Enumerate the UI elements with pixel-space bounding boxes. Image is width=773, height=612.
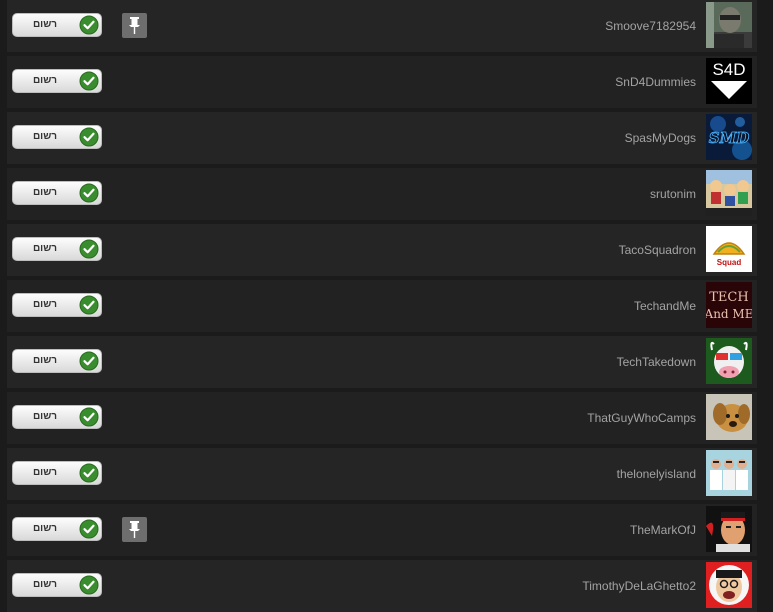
channel-row: רשום TechandMe TECH And ME (7, 280, 757, 332)
subscriptions-list: רשום Smoove7182954 רשום SnD4Dummies S4D … (0, 0, 773, 612)
channel-avatar[interactable] (706, 450, 752, 496)
channel-row: רשום SpasMyDogs SMD (7, 112, 757, 164)
subscribed-button[interactable]: רשום (12, 461, 102, 485)
check-circle-icon (79, 183, 99, 203)
channel-name[interactable]: TechandMe (634, 280, 696, 332)
channel-row: רשום Smoove7182954 (7, 0, 757, 52)
channel-row: רשום TacoSquadron Squad (7, 224, 757, 276)
channel-avatar[interactable] (706, 170, 752, 216)
check-circle-icon (79, 351, 99, 371)
channel-name[interactable]: TechTakedown (617, 336, 696, 388)
channel-name[interactable]: TheMarkOfJ (630, 504, 696, 556)
subscribed-button[interactable]: רשום (12, 405, 102, 429)
check-circle-icon (79, 519, 99, 539)
channel-row: רשום ThatGuyWhoCamps (7, 392, 757, 444)
channel-name[interactable]: thelonelyisland (617, 448, 696, 500)
channel-avatar[interactable] (706, 2, 752, 48)
subscribed-button[interactable]: רשום (12, 349, 102, 373)
subscribed-label: רשום (32, 19, 58, 30)
channel-avatar[interactable] (706, 562, 752, 608)
avatar-logo-text: SMD (709, 129, 749, 147)
channel-name[interactable]: Smoove7182954 (605, 0, 696, 52)
check-circle-icon (79, 407, 99, 427)
check-circle-icon (79, 463, 99, 483)
channel-row: רשום thelonelyisland (7, 448, 757, 500)
check-circle-icon (79, 239, 99, 259)
check-circle-icon (79, 127, 99, 147)
channel-avatar[interactable]: Squad (706, 226, 752, 272)
channel-row: רשום TechTakedown (7, 336, 757, 388)
check-circle-icon (79, 71, 99, 91)
avatar-logo-text: Squad (717, 258, 742, 267)
channel-avatar[interactable] (706, 394, 752, 440)
channel-row: רשום TimothyDeLaGhetto2 (7, 560, 757, 612)
channel-name[interactable]: srutonim (650, 168, 696, 220)
subscribed-button[interactable]: רשום (12, 181, 102, 205)
subscribed-label: רשום (32, 131, 58, 142)
channel-avatar[interactable] (706, 506, 752, 552)
subscribed-label: רשום (32, 355, 58, 366)
pin-button[interactable] (122, 517, 147, 542)
subscribed-label: רשום (32, 411, 58, 422)
subscribed-button[interactable]: רשום (12, 517, 102, 541)
subscribed-label: רשום (32, 187, 58, 198)
avatar-logo-text: TECH (709, 290, 748, 305)
channel-name[interactable]: TimothyDeLaGhetto2 (582, 560, 696, 612)
channel-name[interactable]: TacoSquadron (619, 224, 696, 276)
pushpin-icon (129, 17, 140, 34)
subscribed-label: רשום (32, 579, 58, 590)
check-circle-icon (79, 295, 99, 315)
subscribed-label: רשום (32, 299, 58, 310)
channel-name[interactable]: ThatGuyWhoCamps (587, 392, 696, 444)
channel-row: רשום TheMarkOfJ (7, 504, 757, 556)
subscribed-label: רשום (32, 523, 58, 534)
channel-avatar[interactable] (706, 338, 752, 384)
subscribed-button[interactable]: רשום (12, 237, 102, 261)
subscribed-button[interactable]: רשום (12, 13, 102, 37)
channel-row: רשום SnD4Dummies S4D (7, 56, 757, 108)
subscribed-button[interactable]: רשום (12, 125, 102, 149)
check-circle-icon (79, 15, 99, 35)
channel-name[interactable]: SpasMyDogs (625, 112, 696, 164)
subscribed-button[interactable]: רשום (12, 293, 102, 317)
subscribed-button[interactable]: רשום (12, 573, 102, 597)
avatar-logo-text: S4D (712, 60, 745, 79)
channel-avatar[interactable]: S4D (706, 58, 752, 104)
pushpin-icon (129, 521, 140, 538)
subscribed-button[interactable]: רשום (12, 69, 102, 93)
pin-button[interactable] (122, 13, 147, 38)
channel-name[interactable]: SnD4Dummies (615, 56, 696, 108)
channel-row: רשום srutonim (7, 168, 757, 220)
channel-avatar[interactable]: TECH And ME (706, 282, 752, 328)
subscribed-label: רשום (32, 75, 58, 86)
check-circle-icon (79, 575, 99, 595)
subscribed-label: רשום (32, 467, 58, 478)
channel-avatar[interactable]: SMD (706, 114, 752, 160)
avatar-logo-text: And ME (706, 307, 752, 321)
subscribed-label: רשום (32, 243, 58, 254)
